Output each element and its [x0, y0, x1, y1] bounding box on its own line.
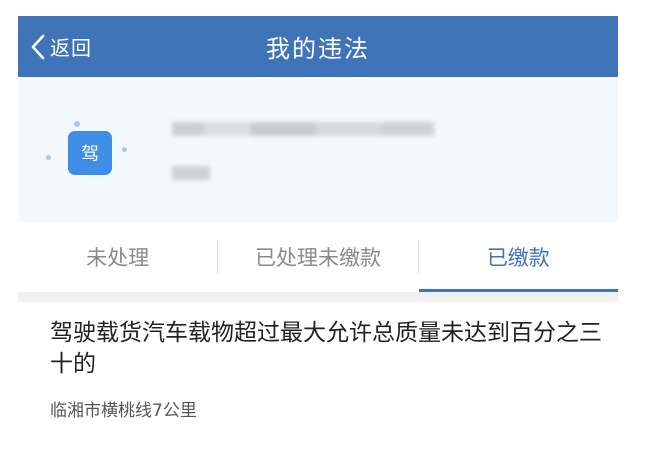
violation-title: 驾驶载货汽车载物超过最大允许总质量未达到百分之三十的 — [50, 320, 602, 377]
section-divider — [18, 292, 618, 302]
avatar: 驾 — [44, 107, 134, 197]
app-screen: 返回 我的违法 驾 未处理 已处理未缴款 已缴款 驾驶载货汽车载物超过最大允许总… — [18, 16, 619, 455]
tab-processed-unpaid[interactable]: 已处理未缴款 — [218, 222, 417, 292]
violation-location: 临湘市横桃线7公里 — [50, 401, 197, 421]
top-bar: 返回 我的违法 — [18, 16, 618, 77]
blurred-subtitle — [172, 166, 210, 180]
blurred-name — [172, 122, 434, 136]
tab-label: 未处理 — [86, 246, 150, 270]
decor-dot — [122, 147, 127, 152]
tab-label: 已处理未缴款 — [254, 246, 381, 270]
tab-unprocessed[interactable]: 未处理 — [18, 222, 217, 292]
tab-paid[interactable]: 已缴款 — [418, 222, 619, 292]
violation-record[interactable]: 驾驶载货汽车载物超过最大允许总质量未达到百分之三十的 临湘市横桃线7公里 — [50, 318, 610, 421]
profile-card: 驾 — [18, 77, 618, 222]
tab-label: 已缴款 — [486, 246, 550, 270]
page-title: 我的违法 — [266, 35, 370, 63]
status-tabs: 未处理 已处理未缴款 已缴款 — [18, 222, 619, 292]
decor-dot — [46, 155, 51, 160]
driver-badge-icon: 驾 — [60, 121, 116, 177]
decor-dot — [74, 121, 80, 127]
avatar-char: 驾 — [81, 144, 99, 165]
